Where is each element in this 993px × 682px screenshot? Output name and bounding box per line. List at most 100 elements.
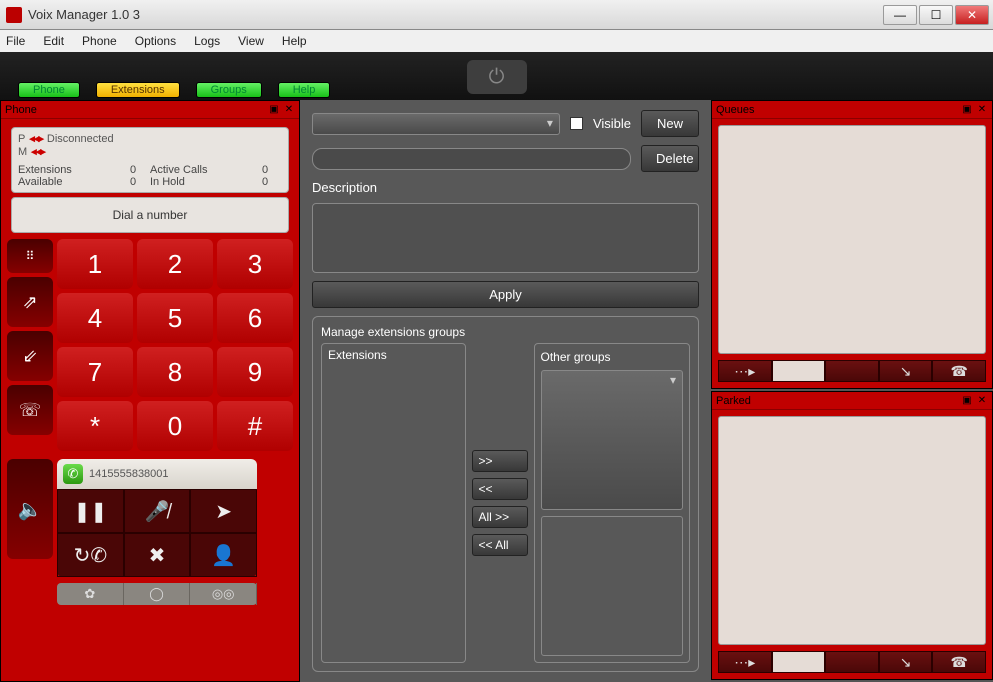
parked-panel: Parked ▣ ✕ ⋯▸ ↘ ☎ [711,391,993,680]
queues-action-spacer [825,360,879,382]
transfer-out-icon[interactable]: ⇗ [7,277,53,327]
move-all-left-button[interactable]: << All [472,534,528,556]
tab-help[interactable]: Help [278,82,331,98]
queues-panel: Queues ▣ ✕ ⋯▸ ↘ ☎ [711,100,993,389]
dial-number-field[interactable]: Dial a number [11,197,289,233]
key-3[interactable]: 3 [217,239,293,289]
extensions-label: Extensions [18,164,130,176]
key-0[interactable]: 0 [137,401,213,451]
maximize-button[interactable]: ☐ [919,5,953,25]
other-groups-select[interactable] [541,370,684,510]
contact-button[interactable]: 👤 [190,533,257,577]
keypad-grid-icon[interactable]: ⠿ [7,239,53,273]
key-9[interactable]: 9 [217,347,293,397]
minimize-button[interactable]: — [883,5,917,25]
m-label: M [18,146,27,158]
power-button[interactable]: ⏻ [467,60,527,94]
visible-checkbox[interactable] [570,117,583,130]
extensions-header: Extensions [322,344,465,366]
active-calls-value: 0 [262,164,282,176]
chat-icon[interactable]: ◯ [124,583,191,605]
move-left-button[interactable]: << [472,478,528,500]
panel-close-icon[interactable]: ✕ [283,104,295,116]
new-button[interactable]: New [641,110,699,137]
description-input[interactable] [312,203,699,273]
key-1[interactable]: 1 [57,239,133,289]
panel-pin-icon[interactable]: ▣ [268,104,280,116]
key-8[interactable]: 8 [137,347,213,397]
phone-panel-header: Phone ▣ ✕ [1,101,299,119]
parked-action-call-icon[interactable]: ☎ [932,651,986,673]
queues-close-icon[interactable]: ✕ [976,104,988,116]
phone-status: P ◂◂▸ Disconnected M ◂◂▸ Extensions 0 Ac… [11,127,289,193]
key-star[interactable]: * [57,401,133,451]
other-groups-header: Other groups [541,350,684,364]
pause-button[interactable]: ❚❚ [57,489,124,533]
close-button[interactable]: ✕ [955,5,989,25]
active-call-card[interactable]: ✆ 1415555838001 [57,459,257,489]
move-right-button[interactable]: >> [472,450,528,472]
queues-action-next-icon[interactable]: ⋯▸ [718,360,772,382]
menu-phone[interactable]: Phone [82,34,117,48]
key-7[interactable]: 7 [57,347,133,397]
in-hold-label: In Hold [150,176,262,188]
delete-button[interactable]: Delete [641,145,699,172]
key-hash[interactable]: # [217,401,293,451]
available-value: 0 [130,176,150,188]
menu-logs[interactable]: Logs [194,34,220,48]
key-2[interactable]: 2 [137,239,213,289]
parked-action-down-icon[interactable]: ↘ [879,651,933,673]
tab-groups[interactable]: Groups [196,82,262,98]
phone-panel: Phone ▣ ✕ P ◂◂▸ Disconnected M ◂◂▸ Exten… [0,100,300,682]
voicemail-icon[interactable]: ◎◎ [190,583,257,605]
group-manager-title: Manage extensions groups [321,325,690,339]
hangup-button[interactable]: ✖ [124,533,191,577]
group-manager: Manage extensions groups Extensions >> <… [312,316,699,672]
move-all-right-button[interactable]: All >> [472,506,528,528]
parked-close-icon[interactable]: ✕ [976,395,988,407]
extensions-list[interactable]: Extensions [321,343,466,663]
menu-view[interactable]: View [238,34,264,48]
tab-extensions[interactable]: Extensions [96,82,180,98]
settings-icon[interactable]: ✿ [57,583,124,605]
parked-input[interactable] [772,651,826,673]
redial-button[interactable]: ↻✆ [57,533,124,577]
extensions-value: 0 [130,164,150,176]
app-icon [6,7,22,23]
transfer-in-icon[interactable]: ⇙ [7,331,53,381]
send-button[interactable]: ➤ [190,489,257,533]
speaker-icon[interactable]: 🔈 [7,459,53,559]
key-5[interactable]: 5 [137,293,213,343]
group-select[interactable] [312,113,560,135]
parked-action-next-icon[interactable]: ⋯▸ [718,651,772,673]
key-4[interactable]: 4 [57,293,133,343]
menu-help[interactable]: Help [282,34,307,48]
name-input[interactable] [312,148,631,170]
key-6[interactable]: 6 [217,293,293,343]
call-number: 1415555838001 [89,468,169,480]
tab-phone[interactable]: Phone [18,82,80,98]
in-hold-value: 0 [262,176,282,188]
menu-options[interactable]: Options [135,34,176,48]
menu-edit[interactable]: Edit [43,34,64,48]
other-groups-list[interactable] [541,516,684,656]
queues-list[interactable] [718,125,986,354]
queues-action-call-icon[interactable]: ☎ [932,360,986,382]
menubar: File Edit Phone Options Logs View Help [0,30,993,52]
queues-action-down-icon[interactable]: ↘ [879,360,933,382]
mute-button[interactable]: 🎤̸ [124,489,191,533]
parked-pin-icon[interactable]: ▣ [961,395,973,407]
apply-button[interactable]: Apply [312,281,699,308]
description-label: Description [312,180,699,195]
phone-panel-title: Phone [5,104,37,116]
visible-label: Visible [593,116,631,131]
queues-pin-icon[interactable]: ▣ [961,104,973,116]
headset-icon[interactable]: ☏ [7,385,53,435]
toolbar: Phone Extensions Groups Help ⏻ [0,52,993,100]
queues-input[interactable] [772,360,826,382]
keypad: 1 2 3 4 5 6 7 8 9 * 0 # [57,239,293,451]
parked-list[interactable] [718,416,986,645]
available-label: Available [18,176,130,188]
menu-file[interactable]: File [6,34,25,48]
queues-title: Queues [716,104,755,116]
